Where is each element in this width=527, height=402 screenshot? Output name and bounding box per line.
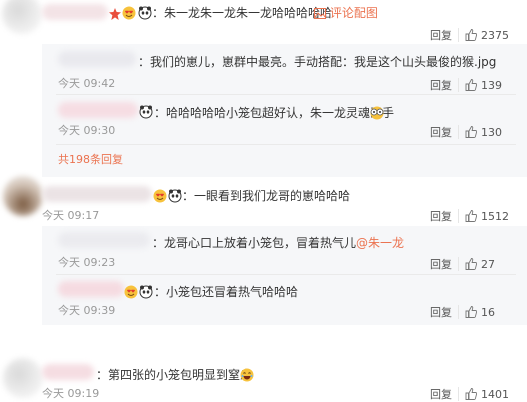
like-count: 27 — [481, 257, 495, 271]
reply-actions: 回复 16 — [430, 304, 495, 320]
reply-actions: 回复 130 — [430, 124, 502, 140]
reply-button[interactable]: 回复 — [430, 124, 452, 140]
username-blurred[interactable] — [58, 281, 124, 297]
laughing-emoji-icon — [240, 367, 254, 382]
like-button[interactable]: 2375 — [465, 29, 509, 42]
badge-icon — [109, 6, 121, 20]
like-count: 130 — [481, 125, 502, 139]
reply-button[interactable]: 回复 — [430, 77, 452, 93]
comment-image-label: 评论配图 — [329, 6, 378, 20]
thumbs-up-icon — [465, 306, 477, 318]
reply-time: 今天 09:42 — [58, 77, 116, 90]
comment-text: ：第四张的小笼包明显到窒息 — [96, 368, 253, 382]
thumbs-up-icon — [465, 29, 477, 41]
more-replies-link[interactable]: 共198条回复 — [58, 152, 123, 168]
reply-button[interactable]: 回复 — [430, 386, 452, 402]
like-count: 2375 — [481, 28, 509, 42]
username-blurred[interactable] — [42, 4, 108, 20]
reply-actions: 回复 27 — [430, 256, 495, 272]
username-blurred[interactable] — [42, 186, 152, 202]
reply-time: 今天 09:30 — [58, 124, 116, 137]
like-button[interactable]: 130 — [465, 126, 502, 139]
username-blurred[interactable] — [58, 102, 138, 118]
panda-emoji-icon — [138, 5, 152, 20]
comment-actions: 回复 1401 — [430, 386, 509, 402]
comment-image-link[interactable]: 评论配图 — [314, 5, 378, 21]
thumbs-up-icon — [465, 210, 477, 222]
panda-emoji-icon — [168, 188, 182, 203]
panda-emoji-icon — [139, 104, 153, 119]
comment-text: ：朱一龙朱一龙朱一龙哈哈哈哈哈 — [152, 6, 333, 20]
heart-eyes-emoji-icon — [122, 5, 136, 20]
reply-text-body: ：龙哥心口上放着小笼包，冒着热气儿 — [152, 236, 357, 250]
panda-emoji-icon — [139, 284, 153, 299]
reply-text: ：小笼包还冒着热气哈哈哈 — [154, 285, 299, 299]
comment-time: 今天 09:17 — [42, 209, 100, 222]
reply-text: ：哈哈哈哈哈小笼包超好认，朱一龙灵魂画手 — [154, 106, 395, 120]
reply-text: ：我们的崽儿，崽群中最亮。手动搭配：我是这个山头最俊的猴.jpg — [138, 55, 497, 69]
reply-button[interactable]: 回复 — [430, 208, 452, 224]
comment-actions: 回复 1512 — [430, 208, 509, 224]
thumbs-up-icon — [465, 388, 477, 400]
reply-button[interactable]: 回复 — [430, 256, 452, 272]
reply-time: 今天 09:23 — [58, 256, 116, 269]
username-blurred[interactable] — [58, 232, 150, 248]
comment-actions: 回复 2375 — [430, 27, 509, 43]
like-count: 139 — [481, 78, 502, 92]
image-icon — [314, 8, 326, 19]
username-blurred[interactable] — [58, 51, 136, 67]
thumbs-up-icon — [465, 79, 477, 91]
thumbs-up-icon — [465, 258, 477, 270]
like-button[interactable]: 16 — [465, 306, 495, 319]
like-button[interactable]: 27 — [465, 258, 495, 271]
comment-time: 今天 09:19 — [42, 387, 100, 400]
username-blurred[interactable] — [42, 364, 94, 380]
heart-eyes-emoji-icon — [124, 284, 138, 299]
like-button[interactable]: 139 — [465, 79, 502, 92]
like-button[interactable]: 1401 — [465, 388, 509, 401]
comment-list: ：朱一龙朱一龙朱一龙哈哈哈哈哈 评论配图 回复 2375 ：我们的崽儿，崽群中最… — [0, 0, 527, 402]
avatar[interactable] — [3, 176, 43, 216]
reply-list: ：我们的崽儿，崽群中最亮。手动搭配：我是这个山头最俊的猴.jpg 今天 09:4… — [42, 44, 527, 177]
mention-link[interactable]: @朱一龙 — [356, 236, 404, 250]
goggle-eyes-emoji-icon — [369, 105, 385, 120]
like-count: 1401 — [481, 387, 509, 401]
comment-text: ：一眼看到我们龙哥的崽哈哈哈 — [182, 189, 351, 203]
reply-time: 今天 09:39 — [58, 304, 116, 317]
reply-button[interactable]: 回复 — [430, 304, 452, 320]
reply-actions: 回复 139 — [430, 77, 502, 93]
reply-text: ：龙哥心口上放着小笼包，冒着热气儿@朱一龙 — [152, 235, 404, 251]
reply-button[interactable]: 回复 — [430, 27, 452, 43]
like-count: 1512 — [481, 209, 509, 223]
like-count: 16 — [481, 305, 495, 319]
thumbs-up-icon — [465, 126, 477, 138]
reply-list: ：龙哥心口上放着小笼包，冒着热气儿@朱一龙 今天 09:23 回复 27 ：小笼… — [42, 226, 527, 325]
avatar[interactable] — [3, 358, 43, 398]
like-button[interactable]: 1512 — [465, 210, 509, 223]
heart-eyes-emoji-icon — [153, 188, 167, 203]
avatar[interactable] — [2, 0, 42, 34]
